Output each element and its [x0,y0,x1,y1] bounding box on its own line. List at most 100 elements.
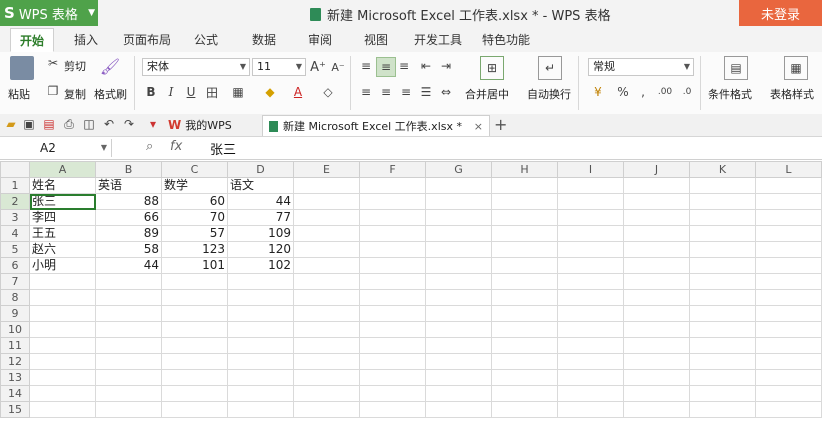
cell-h14[interactable] [491,385,558,402]
insert-function-button[interactable]: fx [170,139,182,154]
cell-c1[interactable]: 数学 [161,177,228,194]
percent-icon[interactable]: % [616,84,630,100]
cell-d4[interactable]: 109 [227,225,294,242]
cell-k5[interactable] [689,241,756,258]
cell-f1[interactable] [359,177,426,194]
cell-i10[interactable] [557,321,624,338]
cell-d6[interactable]: 102 [227,257,294,274]
row-header[interactable]: 15 [0,401,30,418]
export-pdf-icon[interactable]: ▤ [42,117,56,131]
cell-d2[interactable]: 44 [227,193,294,210]
cell-h9[interactable] [491,305,558,322]
cell-j4[interactable] [623,225,690,242]
cell-l14[interactable] [755,385,822,402]
cell-e5[interactable] [293,241,360,258]
cell-h4[interactable] [491,225,558,242]
font-color-icon[interactable]: A [290,84,306,100]
cell-c13[interactable] [161,369,228,386]
cell-c12[interactable] [161,353,228,370]
row-header[interactable]: 3 [0,209,30,226]
row-header[interactable]: 8 [0,289,30,306]
cell-d10[interactable] [227,321,294,338]
cell-i6[interactable] [557,257,624,274]
cell-e12[interactable] [293,353,360,370]
column-header-k[interactable]: K [689,161,756,178]
cell-a10[interactable] [29,321,96,338]
borders-icon[interactable]: 田 [204,84,220,100]
cell-k15[interactable] [689,401,756,418]
cell-b8[interactable] [95,289,162,306]
cell-j9[interactable] [623,305,690,322]
app-menu-button[interactable]: S WPS 表格 ▼ [0,0,98,26]
cell-f3[interactable] [359,209,426,226]
cell-j5[interactable] [623,241,690,258]
cell-g8[interactable] [425,289,492,306]
cell-f11[interactable] [359,337,426,354]
new-tab-icon[interactable]: + [494,115,507,134]
cell-b6[interactable]: 44 [95,257,162,274]
clear-format-icon[interactable]: ◇ [320,84,336,100]
cell-g7[interactable] [425,273,492,290]
align-center-icon[interactable]: ≡ [378,84,394,100]
column-header-g[interactable]: G [425,161,492,178]
copy-icon[interactable]: ❐ [46,84,60,98]
row-header[interactable]: 6 [0,257,30,274]
indent-increase-icon[interactable]: ⇥ [438,58,454,74]
cell-k10[interactable] [689,321,756,338]
cell-b15[interactable] [95,401,162,418]
cell-d9[interactable] [227,305,294,322]
column-header-c[interactable]: C [161,161,228,178]
cell-g13[interactable] [425,369,492,386]
cell-k2[interactable] [689,193,756,210]
cell-j12[interactable] [623,353,690,370]
cell-e3[interactable] [293,209,360,226]
row-header[interactable]: 12 [0,353,30,370]
cell-h3[interactable] [491,209,558,226]
cell-d8[interactable] [227,289,294,306]
open-folder-icon[interactable]: ▰ [4,117,18,131]
tab-data[interactable]: 数据 [246,28,282,52]
table-style-icon[interactable]: ▦ [784,56,808,80]
font-size-select[interactable]: 11 ▼ [252,58,306,76]
undo-icon[interactable]: ↶ [102,117,116,131]
cell-e7[interactable] [293,273,360,290]
justify-icon[interactable]: ☰ [418,84,434,100]
decrease-decimal-icon[interactable]: .0 [678,84,696,100]
cell-e9[interactable] [293,305,360,322]
cell-l7[interactable] [755,273,822,290]
decrease-font-icon[interactable]: A⁻ [330,58,346,76]
cell-g6[interactable] [425,257,492,274]
cell-b13[interactable] [95,369,162,386]
cell-k9[interactable] [689,305,756,322]
align-top-icon[interactable]: ≡ [358,58,374,74]
cell-d15[interactable] [227,401,294,418]
cell-h5[interactable] [491,241,558,258]
cell-a11[interactable] [29,337,96,354]
cell-a6[interactable]: 小明 [29,257,96,274]
scissors-icon[interactable]: ✂ [46,56,60,70]
row-header[interactable]: 1 [0,177,30,194]
cell-a7[interactable] [29,273,96,290]
column-header-j[interactable]: J [623,161,690,178]
wrap-text-button[interactable]: 自动换行 [527,86,571,102]
cell-b2[interactable]: 88 [95,193,162,210]
cell-e13[interactable] [293,369,360,386]
cell-a14[interactable] [29,385,96,402]
cell-i11[interactable] [557,337,624,354]
cell-c11[interactable] [161,337,228,354]
merge-center-button[interactable]: 合并居中 [465,86,509,102]
cell-f8[interactable] [359,289,426,306]
cell-e15[interactable] [293,401,360,418]
cell-g4[interactable] [425,225,492,242]
row-header[interactable]: 11 [0,337,30,354]
cell-d14[interactable] [227,385,294,402]
table-style-button[interactable]: 表格样式 [770,86,814,102]
cell-h11[interactable] [491,337,558,354]
redo-icon[interactable]: ↷ [122,117,136,131]
cell-i9[interactable] [557,305,624,322]
cell-c9[interactable] [161,305,228,322]
cell-c6[interactable]: 101 [161,257,228,274]
cell-a13[interactable] [29,369,96,386]
cell-f13[interactable] [359,369,426,386]
cell-g9[interactable] [425,305,492,322]
